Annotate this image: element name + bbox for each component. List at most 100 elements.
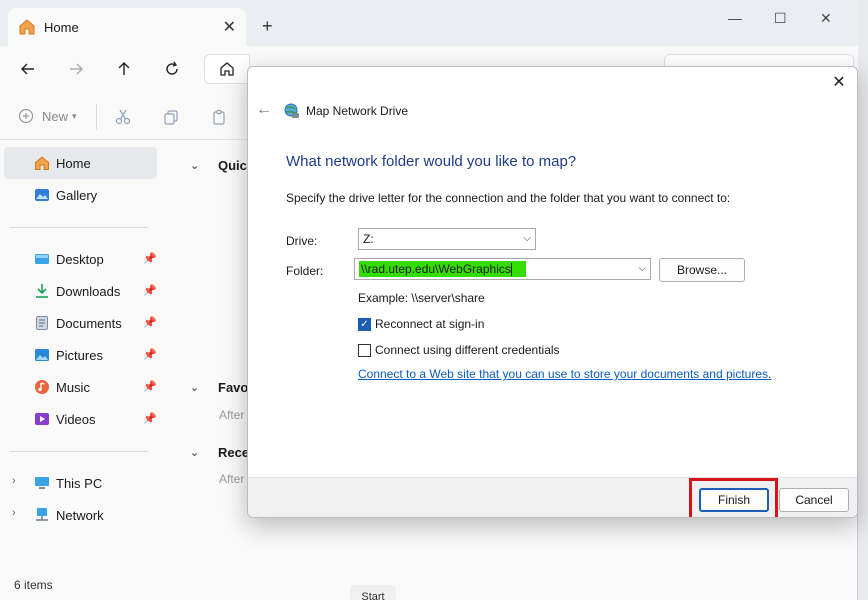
map-network-drive-dialog: ✕ ← Map Network Drive What network folde…	[247, 66, 858, 518]
credentials-label: Connect using different credentials	[375, 343, 560, 357]
gallery-icon	[35, 189, 49, 201]
home-icon	[35, 156, 49, 170]
tab-close-icon[interactable]: ✕	[223, 17, 236, 37]
document-icon	[36, 316, 48, 330]
navigation-pane: Home Gallery Desktop 📌 Downloads 📌 Docum…	[0, 140, 176, 570]
refresh-button[interactable]	[158, 56, 186, 82]
sidebar-item-label: Downloads	[56, 283, 121, 299]
web-site-link-row: Connect to a Web site that you can use t…	[358, 367, 771, 381]
chevron-down-icon: ⌄	[190, 382, 200, 394]
dialog-heading: What network folder would you like to ma…	[286, 153, 577, 170]
sidebar-item-videos[interactable]: Videos 📌	[4, 403, 157, 435]
up-button[interactable]	[110, 56, 138, 82]
arrow-up-icon	[118, 62, 130, 75]
web-site-link-period: .	[768, 367, 772, 381]
tab-home[interactable]: Home ✕	[8, 8, 246, 46]
sidebar-item-desktop[interactable]: Desktop 📌	[4, 243, 157, 275]
drive-select[interactable]: Z: ⌵	[358, 228, 536, 250]
computer-icon	[35, 477, 49, 489]
scissors-icon	[115, 109, 131, 125]
chevron-right-icon[interactable]: ›	[12, 475, 16, 487]
text-cursor	[510, 263, 512, 277]
dialog-back-button[interactable]: ←	[256, 101, 272, 119]
home-icon	[19, 19, 35, 35]
close-window-button[interactable]: ✕	[820, 10, 832, 27]
sidebar-item-pictures[interactable]: Pictures 📌	[4, 339, 157, 371]
toolbar-divider	[96, 104, 97, 130]
dialog-description: Specify the drive letter for the connect…	[286, 191, 731, 205]
paste-button[interactable]	[211, 109, 227, 128]
folder-label: Folder:	[286, 264, 324, 278]
sidebar-item-label: Desktop	[56, 251, 104, 267]
desktop-icon	[35, 254, 49, 264]
clipboard-icon	[213, 109, 225, 125]
cancel-button[interactable]: Cancel	[779, 488, 849, 512]
back-button[interactable]	[14, 56, 42, 82]
copy-button[interactable]	[163, 109, 179, 128]
forward-button[interactable]	[62, 56, 90, 82]
sidebar-item-label: Videos	[56, 411, 96, 427]
sidebar-item-label: Network	[56, 507, 104, 523]
section-quick-access[interactable]: ⌄ Quick	[190, 158, 254, 173]
taskbar-start-button[interactable]: Start	[350, 585, 396, 600]
pin-icon[interactable]: 📌	[143, 316, 157, 329]
folder-input-highlight: \\rad.utep.edu\WebGraphics	[359, 260, 526, 278]
music-icon	[35, 380, 49, 394]
section-subtitle: After	[219, 408, 245, 422]
chevron-down-icon: ▾	[72, 110, 77, 121]
arrow-right-icon	[70, 63, 83, 75]
web-site-link[interactable]: Connect to a Web site that you can use t…	[358, 367, 768, 381]
pin-icon[interactable]: 📌	[143, 412, 157, 425]
pin-icon[interactable]: 📌	[143, 284, 157, 297]
dialog-footer: Finish Cancel	[248, 477, 857, 517]
pin-icon[interactable]: 📌	[143, 252, 157, 265]
sidebar-divider	[10, 227, 148, 228]
chevron-down-icon[interactable]: ⌵	[638, 263, 646, 274]
sidebar-item-music[interactable]: Music 📌	[4, 371, 157, 403]
folder-input-value: \\rad.utep.edu\WebGraphics	[361, 261, 511, 276]
dialog-title: Map Network Drive	[306, 104, 409, 118]
reconnect-checkbox-row[interactable]: ✓ Reconnect at sign-in	[358, 317, 484, 331]
folder-input[interactable]: \\rad.utep.edu\WebGraphics ⌵	[354, 258, 651, 280]
section-favorites[interactable]: ⌄ Favor	[190, 380, 253, 395]
sidebar-item-home[interactable]: Home	[4, 147, 157, 179]
download-icon	[36, 284, 48, 298]
network-drive-icon	[284, 103, 299, 118]
credentials-checkbox[interactable]	[358, 343, 371, 357]
sidebar-item-documents[interactable]: Documents 📌	[4, 307, 157, 339]
sidebar-item-label: Music	[56, 379, 90, 395]
finish-callout-box	[689, 478, 778, 517]
address-bar[interactable]	[204, 54, 250, 84]
sidebar-item-network[interactable]: › Network	[4, 499, 157, 531]
status-bar: 6 items	[14, 578, 53, 592]
drive-label: Drive:	[286, 234, 318, 248]
credentials-checkbox-row[interactable]: Connect using different credentials	[358, 343, 560, 357]
chevron-down-icon: ⌄	[190, 447, 200, 459]
pin-icon[interactable]: 📌	[143, 348, 157, 361]
tab-strip: Home ✕ + — ☐ ✕	[0, 0, 858, 46]
plus-circle-icon	[18, 108, 34, 124]
cut-button[interactable]	[115, 109, 131, 128]
new-button-label: New	[42, 108, 69, 124]
new-button[interactable]: New ▾	[18, 108, 77, 124]
videos-icon	[35, 413, 49, 425]
chevron-down-icon[interactable]: ⌵	[523, 233, 531, 244]
sidebar-item-label: Documents	[56, 315, 122, 331]
dialog-title-bar: Map Network Drive	[284, 103, 408, 119]
network-icon	[36, 508, 48, 521]
chevron-down-icon: ⌄	[190, 160, 200, 172]
refresh-icon	[166, 61, 178, 75]
new-tab-button[interactable]: +	[262, 16, 273, 37]
browse-button[interactable]: Browse...	[659, 258, 745, 282]
sidebar-divider	[10, 451, 148, 452]
chevron-right-icon[interactable]: ›	[12, 507, 16, 519]
sidebar-item-this-pc[interactable]: › This PC	[4, 467, 157, 499]
maximize-button[interactable]: ☐	[774, 10, 787, 27]
sidebar-item-gallery[interactable]: Gallery	[4, 179, 157, 211]
sidebar-item-downloads[interactable]: Downloads 📌	[4, 275, 157, 307]
sidebar-item-label: Gallery	[56, 187, 98, 203]
pin-icon[interactable]: 📌	[143, 380, 157, 393]
dialog-close-button[interactable]: ✕	[829, 72, 849, 92]
reconnect-checkbox[interactable]: ✓	[358, 317, 371, 331]
minimize-button[interactable]: —	[728, 10, 742, 26]
